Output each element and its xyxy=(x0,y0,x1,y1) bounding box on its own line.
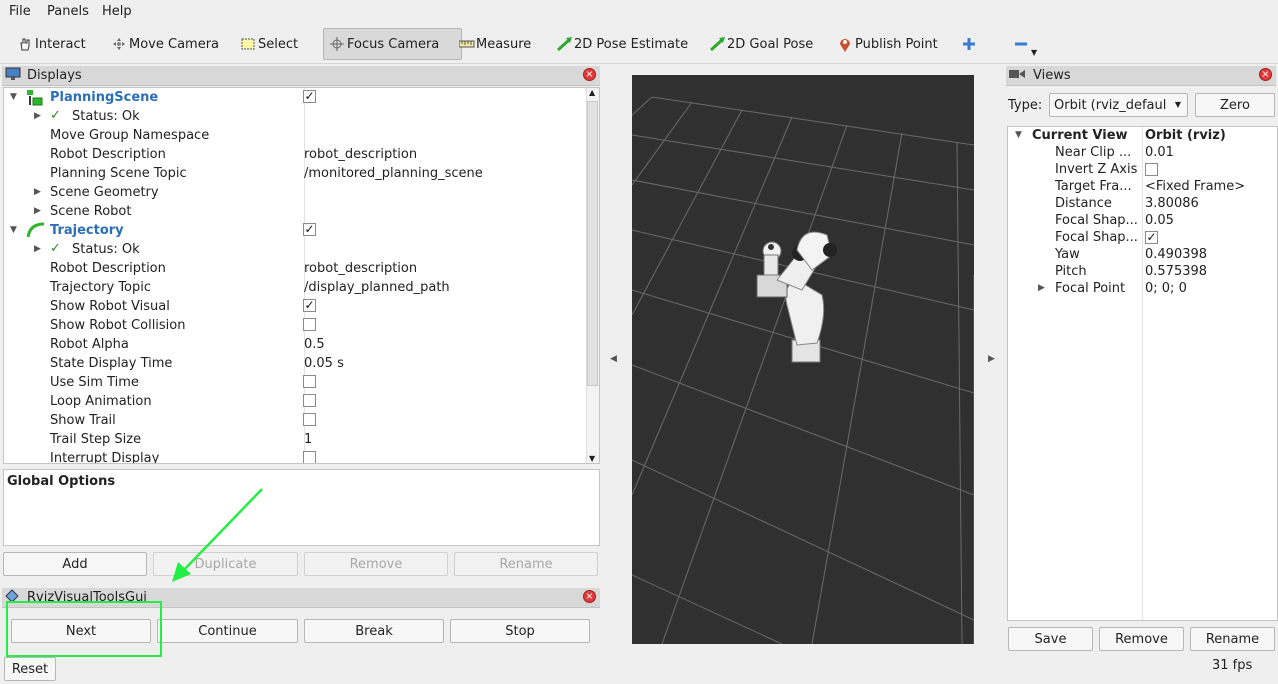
annotation-overlay xyxy=(6,488,263,657)
views-tree[interactable]: ▼ Current View Orbit (rviz) Near Clip ..… xyxy=(1007,126,1278,621)
property-value[interactable]: <Fixed Frame> xyxy=(1145,179,1245,194)
add-tool-button[interactable] xyxy=(962,31,979,57)
property-name: Yaw xyxy=(1055,247,1080,262)
right-splitter-handle[interactable]: ▶ xyxy=(988,354,995,364)
property-value[interactable]: 0; 0; 0 xyxy=(1145,281,1187,296)
rename-view-button[interactable]: Rename xyxy=(1190,627,1275,651)
property-checkbox[interactable] xyxy=(1145,163,1158,176)
view-property-row[interactable]: Focal Shap... ✓ xyxy=(1008,229,1277,246)
property-checkbox[interactable]: ✓ xyxy=(1145,231,1158,244)
property-name: Distance xyxy=(1055,196,1112,211)
current-view-row[interactable]: ▼ Current View Orbit (rviz) xyxy=(1008,127,1277,144)
fps-readout: 31 fps xyxy=(1212,658,1253,673)
map-pin-icon xyxy=(838,37,852,52)
property-value[interactable]: 0.575398 xyxy=(1145,264,1207,279)
green-arrow-icon xyxy=(709,37,725,52)
view-property-row[interactable]: ▶ Focal Point 0; 0; 0 xyxy=(1008,280,1277,297)
current-view-label: Current View xyxy=(1032,128,1128,143)
expand-arrow-icon[interactable]: ▶ xyxy=(1038,283,1045,293)
property-name: Focal Shap... xyxy=(1055,230,1138,245)
view-property-row[interactable]: Target Fra... <Fixed Frame> xyxy=(1008,178,1277,195)
goal-pose-label: 2D Goal Pose xyxy=(727,36,814,52)
view-property-row[interactable]: Focal Shap... 0.05 xyxy=(1008,212,1277,229)
grid-and-robot-render xyxy=(632,96,974,644)
ground-grid xyxy=(632,96,974,644)
views-title: Views xyxy=(1033,68,1071,83)
property-name: Focal Shap... xyxy=(1055,213,1138,228)
property-name: Invert Z Axis xyxy=(1055,162,1138,177)
remove-view-button[interactable]: Remove xyxy=(1099,627,1184,651)
property-name: Target Fra... xyxy=(1055,179,1132,194)
annotation-arrow xyxy=(181,488,263,573)
property-name: Pitch xyxy=(1055,264,1087,279)
dropdown-arrow-icon: ▼ xyxy=(1031,47,1038,57)
view-type-select[interactable]: Orbit (rviz_defaul ▼ xyxy=(1049,93,1188,117)
view-type-value: Orbit (rviz_defaul xyxy=(1054,97,1167,113)
zero-button[interactable]: Zero xyxy=(1195,93,1275,117)
property-value[interactable]: 0.490398 xyxy=(1145,247,1207,262)
view-property-row[interactable]: Invert Z Axis xyxy=(1008,161,1277,178)
3d-viewport[interactable] xyxy=(632,75,974,644)
goal-pose-tool[interactable]: 2D Goal Pose xyxy=(709,31,814,57)
publish-point-tool[interactable]: Publish Point xyxy=(838,31,938,57)
property-name: Focal Point xyxy=(1055,281,1126,296)
view-property-row[interactable]: Distance 3.80086 xyxy=(1008,195,1277,212)
property-name: Near Clip ... xyxy=(1055,145,1132,160)
camera-icon xyxy=(1009,68,1025,84)
close-icon[interactable]: × xyxy=(1259,68,1272,81)
current-view-value: Orbit (rviz) xyxy=(1145,128,1226,143)
property-value[interactable]: 0.01 xyxy=(1145,145,1174,160)
view-type-label: Type: xyxy=(1008,98,1043,113)
collapse-arrow-icon[interactable]: ▼ xyxy=(1015,130,1022,140)
left-splitter-handle[interactable]: ◀ xyxy=(610,354,617,364)
chevron-down-icon: ▼ xyxy=(1174,100,1181,109)
view-property-row[interactable]: Pitch 0.575398 xyxy=(1008,263,1277,280)
view-property-row[interactable]: Near Clip ... 0.01 xyxy=(1008,144,1277,161)
property-value[interactable]: 0.05 xyxy=(1145,213,1174,228)
property-value[interactable]: 3.80086 xyxy=(1145,196,1199,211)
save-view-button[interactable]: Save xyxy=(1008,627,1093,651)
remove-tool-button[interactable]: ▼ xyxy=(1014,31,1037,57)
plus-icon xyxy=(962,37,976,51)
publish-point-label: Publish Point xyxy=(855,36,938,52)
view-property-row[interactable]: Yaw 0.490398 xyxy=(1008,246,1277,263)
minus-icon xyxy=(1014,37,1028,51)
highlight-box xyxy=(6,601,162,657)
views-header: Views × xyxy=(1006,66,1276,86)
